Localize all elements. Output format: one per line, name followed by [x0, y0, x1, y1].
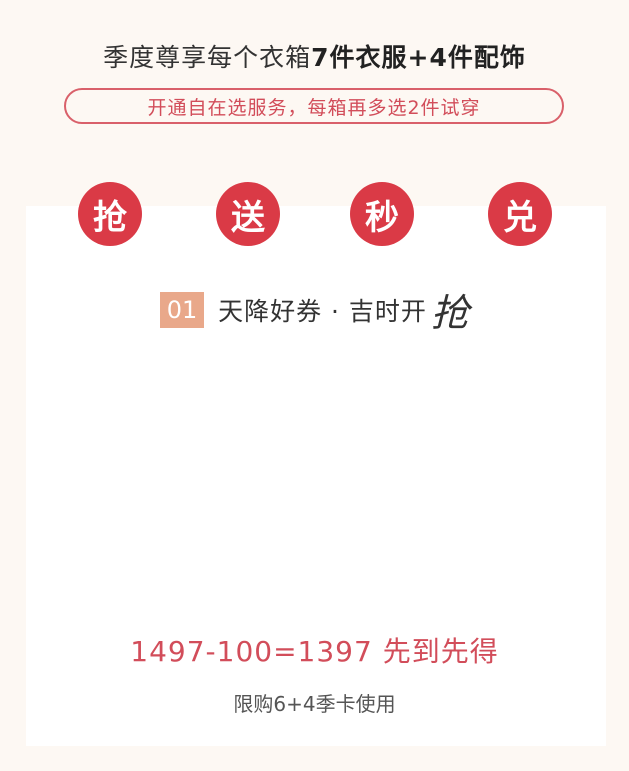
- activity-flash-button[interactable]: 秒: [350, 182, 414, 246]
- section-heading: 01 天降好券 · 吉时开 抢: [0, 282, 629, 337]
- page-title: 季度尊享每个衣箱7件衣服+4件配饰: [0, 38, 629, 74]
- activity-label: 送: [231, 197, 265, 238]
- service-pill-button[interactable]: 开通自在选服务，每箱再多选2件试穿: [64, 88, 564, 124]
- activity-redeem-button[interactable]: 兑: [488, 182, 552, 246]
- activity-gift-button[interactable]: 送: [216, 182, 280, 246]
- title-prefix: 季度尊享每个衣箱: [103, 43, 312, 72]
- service-pill-label: 开通自在选服务，每箱再多选2件试穿: [147, 96, 481, 119]
- title-highlight: 7件衣服+4件配饰: [311, 43, 526, 72]
- promo-note: 限购6+4季卡使用: [233, 692, 396, 716]
- section-title: 天降好券 · 吉时开: [218, 296, 427, 326]
- promo-price-line: 1497-100=1397 先到先得: [130, 635, 499, 668]
- activity-label: 兑: [503, 197, 537, 238]
- activity-label: 抢: [93, 197, 127, 238]
- activity-label: 秒: [365, 197, 399, 238]
- activity-grab-button[interactable]: 抢: [78, 182, 142, 246]
- section-title-emphasis: 抢: [430, 291, 469, 335]
- section-number-badge: 01: [160, 291, 205, 328]
